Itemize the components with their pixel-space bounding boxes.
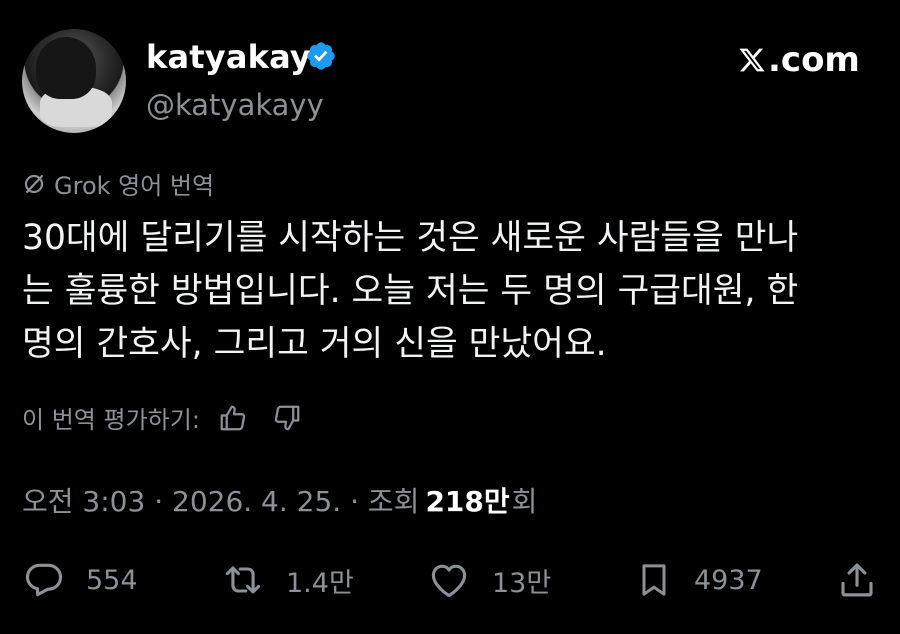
like-button[interactable]: 13만 — [426, 555, 551, 605]
bookmark-count: 4937 — [694, 564, 763, 596]
view-count: 218만 — [425, 485, 510, 518]
grok-icon — [24, 174, 44, 193]
avatar[interactable] — [22, 29, 126, 133]
user-handle[interactable]: @katyakayy — [146, 88, 324, 122]
display-name[interactable]: katyakay — [146, 38, 311, 76]
thumbs-down-icon[interactable] — [272, 403, 302, 433]
bookmark-icon — [642, 564, 666, 596]
brand-logo: .com — [737, 40, 860, 80]
rate-translation: 이 번역 평가하기: — [22, 400, 302, 435]
view-count-suffix: 회 — [511, 485, 538, 518]
tweet-timestamp[interactable]: 오전 3:03 · 2026. 4. 25. · 조회 — [22, 480, 419, 520]
tweet-text-line: 명의 간호사, 그리고 거의 신을 만났어요. — [22, 324, 607, 364]
brand-domain: .com — [768, 40, 860, 80]
tweet-text-line: 는 훌륭한 방법입니다. 오늘 저는 두 명의 구급대원, 한 — [22, 271, 799, 311]
tweet-text: 30대에 달리기를 시작하는 것은 새로운 사람들을 만나 는 훌륭한 방법입니… — [22, 212, 882, 371]
like-count: 13만 — [492, 567, 552, 599]
repost-count: 1.4만 — [286, 567, 354, 599]
tweet-meta: 오전 3:03 · 2026. 4. 25. · 조회 218만 회 — [22, 480, 537, 520]
rate-translation-label: 이 번역 평가하기: — [22, 406, 200, 434]
translation-label-text: Grok 영어 번역 — [54, 172, 215, 200]
action-bar: 554 1.4만 13만 4937 — [0, 555, 900, 605]
tweet-text-line: 30대에 달리기를 시작하는 것은 새로운 사람들을 만나 — [22, 218, 799, 258]
bookmark-button[interactable]: 4937 — [634, 555, 763, 605]
share-icon — [841, 563, 873, 597]
avatar-figure-head — [36, 37, 96, 99]
repost-icon — [225, 566, 261, 594]
verified-badge-icon — [307, 42, 335, 70]
repost-button[interactable]: 1.4만 — [220, 555, 354, 605]
heart-icon — [431, 564, 467, 598]
x-logo-icon — [739, 48, 765, 72]
reply-button[interactable]: 554 — [22, 555, 138, 605]
thumbs-up-icon[interactable] — [218, 403, 248, 433]
translation-label: Grok 영어 번역 — [22, 166, 214, 201]
reply-count: 554 — [86, 564, 138, 596]
reply-icon — [25, 563, 63, 597]
share-button[interactable] — [836, 555, 898, 605]
